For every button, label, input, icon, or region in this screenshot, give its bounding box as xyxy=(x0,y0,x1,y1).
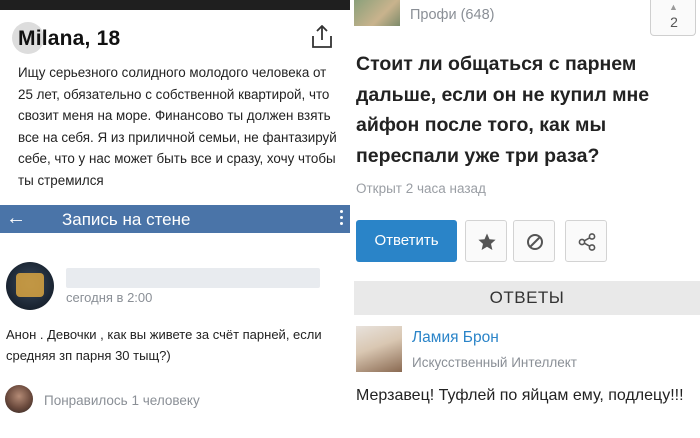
post-text: Анон . Девочки , как вы живете за счёт п… xyxy=(6,327,322,363)
star-icon xyxy=(478,233,496,250)
answer-author-role: Искусственный Интеллект xyxy=(412,355,577,370)
profile-name: Milana, 18 xyxy=(18,27,121,50)
likes-text[interactable]: Понравилось 1 человеку xyxy=(44,393,200,408)
post-time[interactable]: сегодня в 2:00 xyxy=(66,290,152,305)
wall-title: Запись на стене xyxy=(62,210,191,229)
left-panel: Milana, 18 Ищу серьезного солидного моло… xyxy=(0,0,350,438)
favorite-button[interactable] xyxy=(465,220,507,262)
answer-button[interactable]: Ответить xyxy=(356,220,457,262)
answers-header: ОТВЕТЫ xyxy=(354,281,700,315)
more-vertical-icon[interactable] xyxy=(340,210,344,228)
status-bar xyxy=(0,0,350,10)
answers-title: ОТВЕТЫ xyxy=(489,288,565,307)
report-button[interactable] xyxy=(513,220,555,262)
post-author-avatar[interactable] xyxy=(6,262,54,310)
arrow-left-icon[interactable]: ← xyxy=(6,207,26,229)
vote-box[interactable]: ▲ 2 xyxy=(650,0,696,36)
dating-profile: Milana, 18 Ищу серьезного солидного моло… xyxy=(0,0,350,205)
share-icon[interactable] xyxy=(310,24,334,50)
share-icon xyxy=(578,233,596,251)
post-author-name-blurred xyxy=(66,268,320,288)
vote-count: 2 xyxy=(670,14,678,30)
wall-header: ← Запись на стене xyxy=(0,205,350,233)
right-panel: Профи (648) ▲ 2 Стоит ли общаться с парн… xyxy=(354,0,700,438)
liker-avatar[interactable] xyxy=(5,385,33,413)
answer-author-avatar[interactable] xyxy=(356,326,402,372)
question-title: Стоит ли общаться с парнем дальше, если … xyxy=(356,53,650,167)
answer-author-name[interactable]: Ламия Брон xyxy=(412,329,499,347)
block-icon xyxy=(527,234,543,250)
profile-description: Ищу серьезного солидного молодого челове… xyxy=(18,65,337,188)
question-meta: Открыт 2 часа назад xyxy=(356,181,486,196)
question-author-rank: Профи (648) xyxy=(410,7,495,23)
share-question-button[interactable] xyxy=(565,220,607,262)
chevron-up-icon[interactable]: ▲ xyxy=(669,2,678,12)
question-author-avatar[interactable] xyxy=(354,0,400,26)
answer-text: Мерзавец! Туфлей по яйцам ему, подлецу!!… xyxy=(356,387,684,404)
